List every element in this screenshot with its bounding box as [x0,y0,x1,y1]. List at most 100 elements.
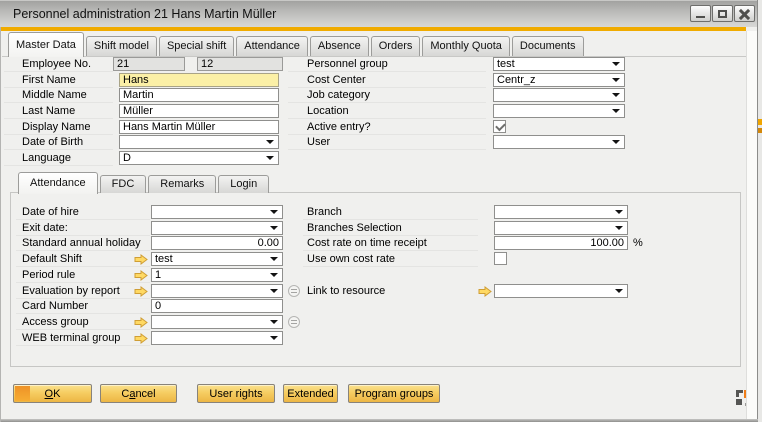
use-own-cost-rate-label: Use own cost rate [303,251,478,267]
location-label: Location [288,103,486,119]
dropdown-arrow-icon [270,273,278,277]
employee-no-input-2[interactable]: 12 [197,57,283,71]
first-name-label: First Name [4,72,113,88]
access-group-link-arrow[interactable] [133,315,149,330]
default-shift-link-arrow[interactable] [133,252,149,267]
dropdown-arrow-icon [266,140,274,144]
display-name-label: Display Name [4,119,113,135]
tab-shift-model[interactable]: Shift model [86,36,157,56]
active-entry-checkbox[interactable] [493,120,506,133]
dropdown-arrow-icon [612,62,620,66]
date-of-birth-label: Date of Birth [4,134,113,150]
subtab-attendance[interactable]: Attendance [18,172,98,194]
standard-annual-holiday-label: Standard annual holiday [16,235,150,251]
card-number-input[interactable]: 0 [151,299,283,313]
exit-date-label: Exit date: [16,220,150,236]
link-to-resource-select[interactable] [494,284,628,298]
period-rule-label: Period rule [16,267,150,283]
cancel-button[interactable]: Cancel [100,384,177,403]
link-to-resource-label: Link to resource [303,283,478,299]
access-group-label: Access group [16,314,150,330]
dropdown-arrow-icon [612,93,620,97]
standard-annual-holiday-input[interactable]: 0.00 [151,236,283,250]
date-of-birth-select[interactable] [119,135,279,149]
tab-absence[interactable]: Absence [310,36,369,56]
dropdown-arrow-icon [612,78,620,82]
maximize-button[interactable] [712,5,733,22]
exit-date-select[interactable] [151,221,283,235]
web-terminal-group-link-arrow[interactable] [133,331,149,346]
main-tab-bar: Master Data Shift model Special shift At… [2,31,746,57]
branches-selection-select[interactable] [494,221,628,235]
evaluation-by-report-link-arrow[interactable] [133,284,149,299]
first-name-input[interactable]: Hans [119,73,279,87]
date-of-hire-label: Date of hire [16,204,150,220]
job-category-label: Job category [288,87,486,103]
language-select[interactable]: D [119,151,279,165]
dropdown-arrow-icon [270,257,278,261]
evaluation-options-button[interactable] [288,285,300,297]
ok-button[interactable]: OK [13,384,92,403]
cost-rate-input[interactable]: 100.00 [494,236,628,250]
access-group-select[interactable] [151,315,283,329]
dropdown-arrow-icon [266,156,274,160]
scrollbar-strip [746,31,757,419]
list-icon [291,320,297,321]
display-name-input[interactable]: Hans Martin Müller [119,120,279,134]
default-shift-label: Default Shift [16,251,150,267]
dropdown-arrow-icon [615,210,623,214]
minimize-button[interactable] [690,5,711,22]
location-select[interactable] [493,104,625,118]
link-to-resource-link-arrow[interactable] [477,284,493,299]
subtab-fdc[interactable]: FDC [100,175,147,193]
dropdown-arrow-icon [270,336,278,340]
maximize-icon [718,10,727,18]
tab-attendance[interactable]: Attendance [236,36,308,56]
tab-special-shift[interactable]: Special shift [159,36,234,56]
employee-no-input-1[interactable]: 21 [113,57,185,71]
date-of-hire-select[interactable] [151,205,283,219]
tab-monthly-quota[interactable]: Monthly Quota [422,36,510,56]
user-rights-button[interactable]: User rights [197,384,275,403]
link-arrow-icon [134,317,148,328]
tab-orders[interactable]: Orders [371,36,421,56]
cost-center-label: Cost Center [288,72,486,88]
dropdown-arrow-icon [615,289,623,293]
branch-label: Branch [303,204,478,220]
period-rule-select[interactable]: 1 [151,268,283,282]
subtab-login[interactable]: Login [218,175,269,193]
web-terminal-group-select[interactable] [151,331,283,345]
link-arrow-icon [134,270,148,281]
subtab-remarks[interactable]: Remarks [148,175,216,193]
middle-name-input[interactable]: Martin [119,88,279,102]
branch-select[interactable] [494,205,628,219]
program-groups-button[interactable]: Program groups [348,384,440,403]
background-artifact [758,119,762,125]
personnel-group-select[interactable]: test [493,57,625,71]
extended-button[interactable]: Extended [283,384,338,403]
tab-master-data[interactable]: Master Data [8,32,84,57]
default-shift-select[interactable]: test [151,252,283,266]
minimize-icon [696,16,705,18]
window-title: Personnel administration 21 Hans Martin … [13,1,276,28]
cost-rate-suffix: % [633,236,643,252]
dropdown-arrow-icon [612,109,620,113]
dropdown-arrow-icon [270,210,278,214]
last-name-input[interactable]: Müller [119,104,279,118]
cost-center-select[interactable]: Centr_z [493,73,625,87]
active-entry-label: Active entry? [288,119,486,135]
use-own-cost-rate-checkbox[interactable] [494,252,507,265]
title-bar[interactable]: Personnel administration 21 Hans Martin … [0,0,758,27]
dropdown-arrow-icon [270,320,278,324]
card-number-label: Card Number [16,298,150,314]
period-rule-link-arrow[interactable] [133,268,149,283]
job-category-select[interactable] [493,88,625,102]
middle-name-label: Middle Name [4,87,113,103]
user-select[interactable] [493,135,625,149]
close-button[interactable] [734,5,755,22]
language-label: Language [4,150,113,166]
tab-documents[interactable]: Documents [512,36,584,56]
link-arrow-icon [134,254,148,265]
evaluation-by-report-select[interactable] [151,284,283,298]
access-group-options-button[interactable] [288,316,300,328]
